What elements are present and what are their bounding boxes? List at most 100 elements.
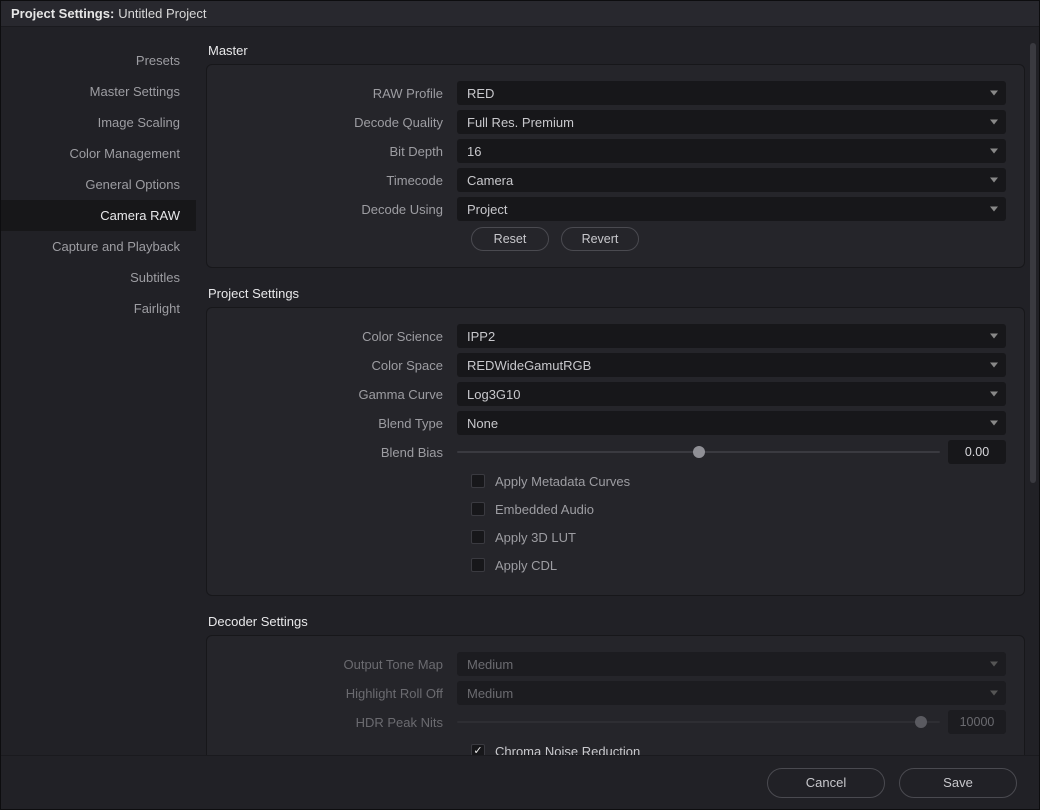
sidebar-item-label: General Options bbox=[85, 177, 180, 192]
row-timecode: Timecode Camera bbox=[225, 166, 1006, 194]
row-highlight-roll-off: Highlight Roll Off Medium bbox=[225, 679, 1006, 707]
sidebar-item-fairlight[interactable]: Fairlight bbox=[1, 293, 196, 324]
row-hdr-peak-nits: HDR Peak Nits 10000 bbox=[225, 708, 1006, 736]
chevron-down-icon bbox=[990, 392, 998, 397]
cancel-button[interactable]: Cancel bbox=[767, 768, 885, 798]
sidebar-item-subtitles[interactable]: Subtitles bbox=[1, 262, 196, 293]
row-metadata-curves: Apply Metadata Curves bbox=[225, 467, 1006, 495]
select-raw-profile[interactable]: RED bbox=[457, 81, 1006, 105]
chevron-down-icon bbox=[990, 178, 998, 183]
label-highlight-roll-off: Highlight Roll Off bbox=[225, 686, 457, 701]
reset-button[interactable]: Reset bbox=[471, 227, 549, 251]
checkbox-metadata-curves[interactable] bbox=[471, 474, 485, 488]
slider-blend-bias[interactable] bbox=[457, 440, 940, 464]
chevron-down-icon bbox=[990, 691, 998, 696]
sidebar-item-label: Master Settings bbox=[90, 84, 180, 99]
sidebar-item-label: Fairlight bbox=[134, 301, 180, 316]
revert-button[interactable]: Revert bbox=[561, 227, 639, 251]
chevron-down-icon bbox=[990, 120, 998, 125]
row-color-science: Color Science IPP2 bbox=[225, 322, 1006, 350]
row-gamma-curve: Gamma Curve Log3G10 bbox=[225, 380, 1006, 408]
sidebar-item-general-options[interactable]: General Options bbox=[1, 169, 196, 200]
row-blend-type: Blend Type None bbox=[225, 409, 1006, 437]
select-color-space[interactable]: REDWideGamutRGB bbox=[457, 353, 1006, 377]
label-raw-profile: RAW Profile bbox=[225, 86, 457, 101]
sidebar-item-label: Subtitles bbox=[130, 270, 180, 285]
chevron-down-icon bbox=[990, 91, 998, 96]
label-color-space: Color Space bbox=[225, 358, 457, 373]
label-chroma-nr: Chroma Noise Reduction bbox=[495, 744, 640, 756]
sidebar: Presets Master Settings Image Scaling Color… bbox=[1, 27, 196, 755]
sidebar-item-camera-raw[interactable]: Camera RAW bbox=[1, 200, 196, 231]
chevron-down-icon bbox=[990, 149, 998, 154]
chevron-down-icon bbox=[990, 334, 998, 339]
checkbox-chroma-nr[interactable] bbox=[471, 744, 485, 755]
sidebar-item-label: Capture and Playback bbox=[52, 239, 180, 254]
chevron-down-icon bbox=[990, 207, 998, 212]
row-color-space: Color Space REDWideGamutRGB bbox=[225, 351, 1006, 379]
slider-thumb[interactable] bbox=[693, 446, 705, 458]
content-area: Master RAW Profile RED Decode Quality Fu… bbox=[196, 27, 1039, 755]
panel-master: RAW Profile RED Decode Quality Full Res.… bbox=[206, 64, 1025, 268]
panel-project: Color Science IPP2 Color Space REDWideGa… bbox=[206, 307, 1025, 596]
save-button[interactable]: Save bbox=[899, 768, 1017, 798]
sidebar-item-capture-and-playback[interactable]: Capture and Playback bbox=[1, 231, 196, 262]
row-decode-using: Decode Using Project bbox=[225, 195, 1006, 223]
sidebar-item-label: Camera RAW bbox=[100, 208, 180, 223]
label-apply-cdl: Apply CDL bbox=[495, 558, 557, 573]
value-blend-bias[interactable]: 0.00 bbox=[948, 440, 1006, 464]
select-bit-depth[interactable]: 16 bbox=[457, 139, 1006, 163]
section-title-decoder: Decoder Settings bbox=[208, 614, 1025, 629]
select-blend-type[interactable]: None bbox=[457, 411, 1006, 435]
label-timecode: Timecode bbox=[225, 173, 457, 188]
label-gamma-curve: Gamma Curve bbox=[225, 387, 457, 402]
row-chroma-nr: Chroma Noise Reduction bbox=[225, 737, 1006, 755]
sidebar-item-label: Image Scaling bbox=[98, 115, 180, 130]
label-blend-type: Blend Type bbox=[225, 416, 457, 431]
titlebar: Project Settings: Untitled Project bbox=[1, 1, 1039, 27]
row-bit-depth: Bit Depth 16 bbox=[225, 137, 1006, 165]
label-hdr-peak-nits: HDR Peak Nits bbox=[225, 715, 457, 730]
sidebar-item-image-scaling[interactable]: Image Scaling bbox=[1, 107, 196, 138]
row-raw-profile: RAW Profile RED bbox=[225, 79, 1006, 107]
checkbox-apply-cdl[interactable] bbox=[471, 558, 485, 572]
section-title-master: Master bbox=[208, 43, 1025, 58]
label-embedded-audio: Embedded Audio bbox=[495, 502, 594, 517]
sidebar-item-color-management[interactable]: Color Management bbox=[1, 138, 196, 169]
chevron-down-icon bbox=[990, 363, 998, 368]
slider-hdr-peak-nits bbox=[457, 710, 940, 734]
select-timecode[interactable]: Camera bbox=[457, 168, 1006, 192]
slider-thumb bbox=[915, 716, 927, 728]
section-title-project: Project Settings bbox=[208, 286, 1025, 301]
label-metadata-curves: Apply Metadata Curves bbox=[495, 474, 630, 489]
sidebar-item-presets[interactable]: Presets bbox=[1, 45, 196, 76]
select-highlight-roll-off: Medium bbox=[457, 681, 1006, 705]
sidebar-item-label: Color Management bbox=[69, 146, 180, 161]
row-blend-bias: Blend Bias 0.00 bbox=[225, 438, 1006, 466]
label-output-tone-map: Output Tone Map bbox=[225, 657, 457, 672]
titlebar-project-name: Untitled Project bbox=[118, 6, 206, 21]
sidebar-item-master-settings[interactable]: Master Settings bbox=[1, 76, 196, 107]
select-decode-quality[interactable]: Full Res. Premium bbox=[457, 110, 1006, 134]
label-color-science: Color Science bbox=[225, 329, 457, 344]
chevron-down-icon bbox=[990, 421, 998, 426]
label-decode-using: Decode Using bbox=[225, 202, 457, 217]
scrollbar[interactable] bbox=[1030, 43, 1036, 483]
select-decode-using[interactable]: Project bbox=[457, 197, 1006, 221]
chevron-down-icon bbox=[990, 662, 998, 667]
select-gamma-curve[interactable]: Log3G10 bbox=[457, 382, 1006, 406]
label-decode-quality: Decode Quality bbox=[225, 115, 457, 130]
select-output-tone-map: Medium bbox=[457, 652, 1006, 676]
label-bit-depth: Bit Depth bbox=[225, 144, 457, 159]
select-color-science[interactable]: IPP2 bbox=[457, 324, 1006, 348]
checkbox-apply-3d-lut[interactable] bbox=[471, 530, 485, 544]
value-hdr-peak-nits: 10000 bbox=[948, 710, 1006, 734]
footer: Cancel Save bbox=[1, 755, 1039, 809]
checkbox-embedded-audio[interactable] bbox=[471, 502, 485, 516]
row-output-tone-map: Output Tone Map Medium bbox=[225, 650, 1006, 678]
row-embedded-audio: Embedded Audio bbox=[225, 495, 1006, 523]
titlebar-title: Project Settings: bbox=[11, 6, 114, 21]
row-decode-quality: Decode Quality Full Res. Premium bbox=[225, 108, 1006, 136]
panel-decoder: Output Tone Map Medium Highlight Roll Of… bbox=[206, 635, 1025, 755]
sidebar-item-label: Presets bbox=[136, 53, 180, 68]
